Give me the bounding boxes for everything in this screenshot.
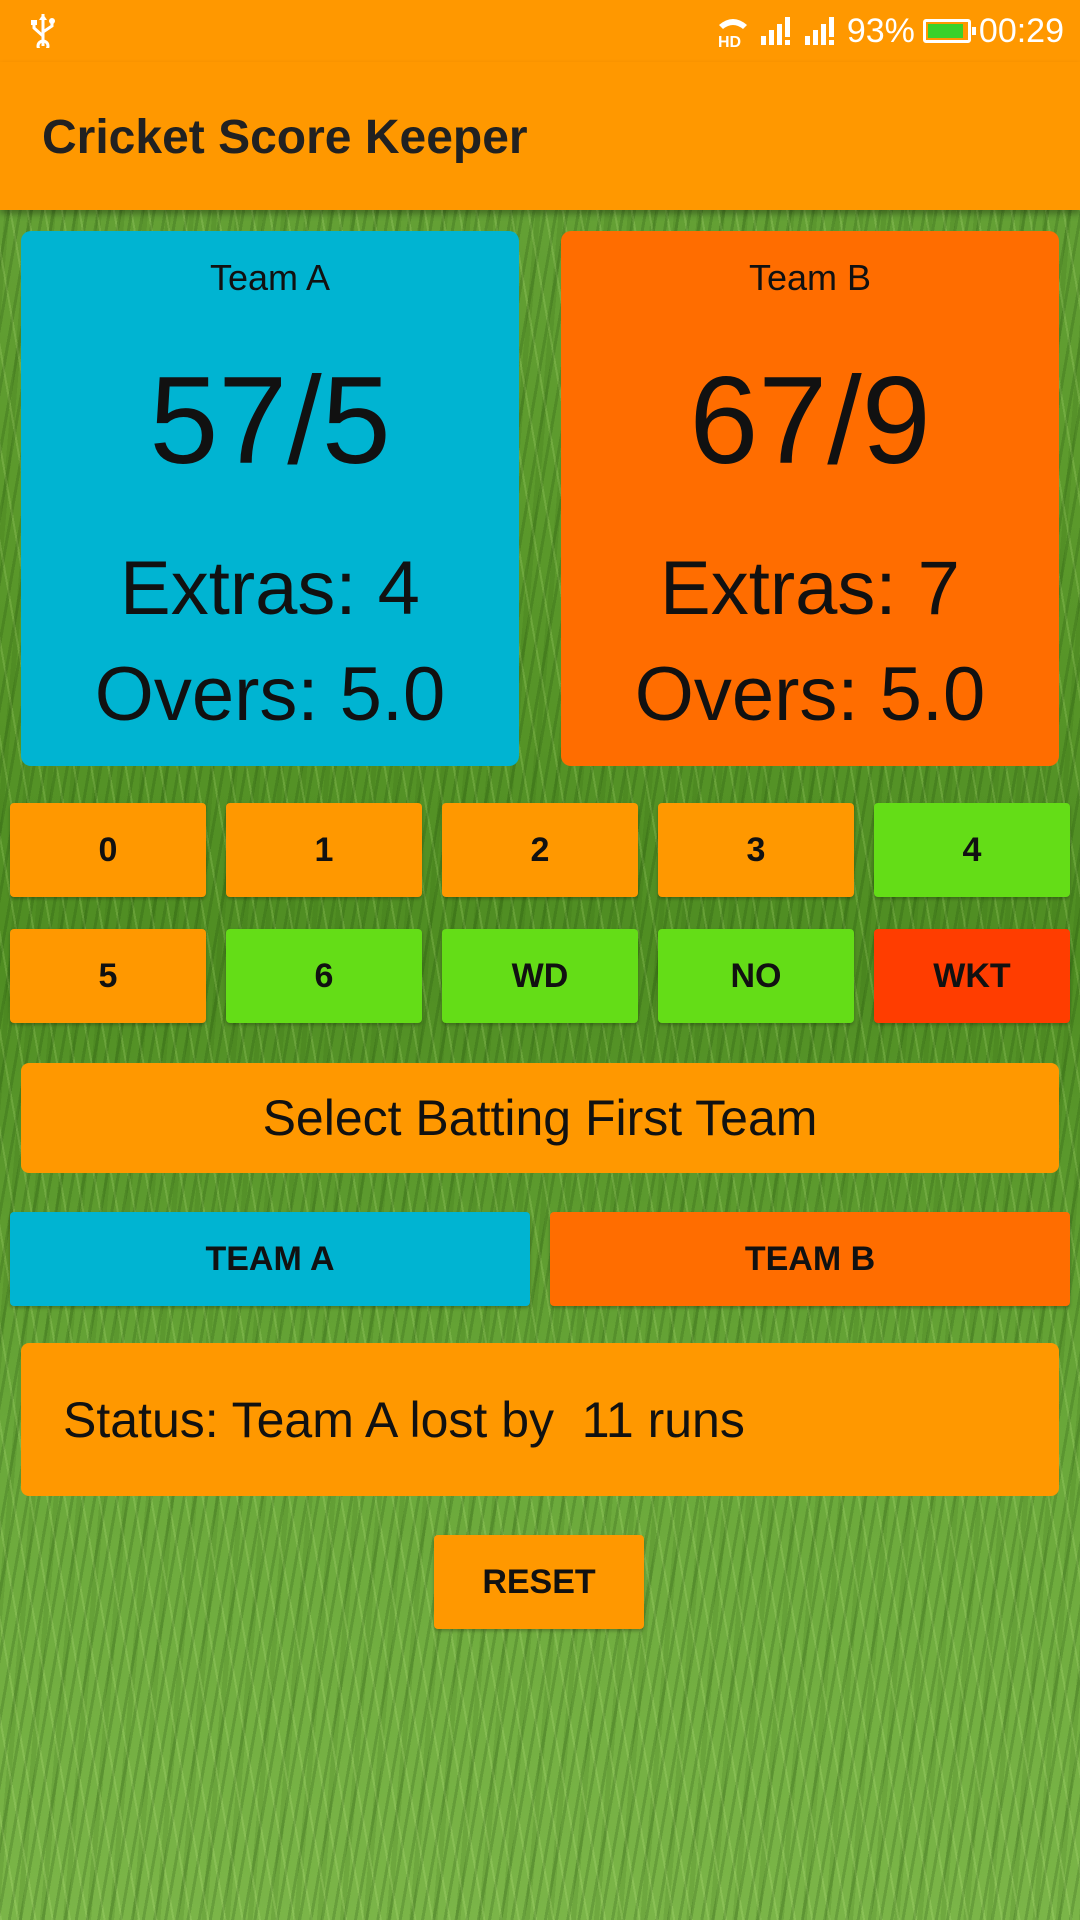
svg-text:HD: HD (718, 34, 741, 49)
battery-level (927, 24, 963, 38)
battery-percent: 93% (846, 11, 915, 50)
team-b-button[interactable]: TEAM B (550, 1212, 1070, 1306)
no-ball-button[interactable]: NO (658, 929, 854, 1023)
battery-icon (922, 19, 976, 43)
status-bar: HD 93% 00:29 (0, 0, 1080, 62)
run-4-button[interactable]: 4 (874, 803, 1070, 897)
team-b-score-card: Team B 67/9 Extras: 7 Overs: 5.0 (561, 231, 1059, 766)
select-batting-first-label: Select Batting First Team (21, 1063, 1059, 1173)
team-a-button[interactable]: TEAM A (10, 1212, 530, 1306)
app-bar: Cricket Score Keeper (0, 62, 1080, 210)
match-status: Status: Team A lost by 11 runs (21, 1343, 1059, 1496)
usb-icon (31, 14, 55, 48)
run-0-button[interactable]: 0 (10, 803, 206, 897)
team-a-extras: Extras: 4 (120, 546, 420, 631)
run-3-button[interactable]: 3 (658, 803, 854, 897)
hd-call-icon: HD (718, 19, 747, 49)
team-a-name: Team A (209, 257, 331, 298)
team-a-score: 57/5 (149, 352, 391, 490)
signal-strength-icon (760, 17, 790, 45)
wide-button[interactable]: WD (442, 929, 638, 1023)
team-b-name: Team B (748, 257, 872, 298)
app-title: Cricket Score Keeper (42, 111, 528, 164)
reset-button[interactable]: RESET (434, 1535, 644, 1629)
clock: 00:29 (978, 11, 1064, 50)
team-a-overs: Overs: 5.0 (94, 652, 446, 737)
team-b-score: 67/9 (689, 352, 931, 490)
signal-strength-icon-2 (804, 17, 834, 45)
run-6-button[interactable]: 6 (226, 929, 422, 1023)
wicket-button[interactable]: WKT (874, 929, 1070, 1023)
team-b-extras: Extras: 7 (660, 546, 960, 631)
run-2-button[interactable]: 2 (442, 803, 638, 897)
team-a-score-card: Team A 57/5 Extras: 4 Overs: 5.0 (21, 231, 519, 766)
run-5-button[interactable]: 5 (10, 929, 206, 1023)
run-1-button[interactable]: 1 (226, 803, 422, 897)
team-b-overs: Overs: 5.0 (634, 652, 986, 737)
